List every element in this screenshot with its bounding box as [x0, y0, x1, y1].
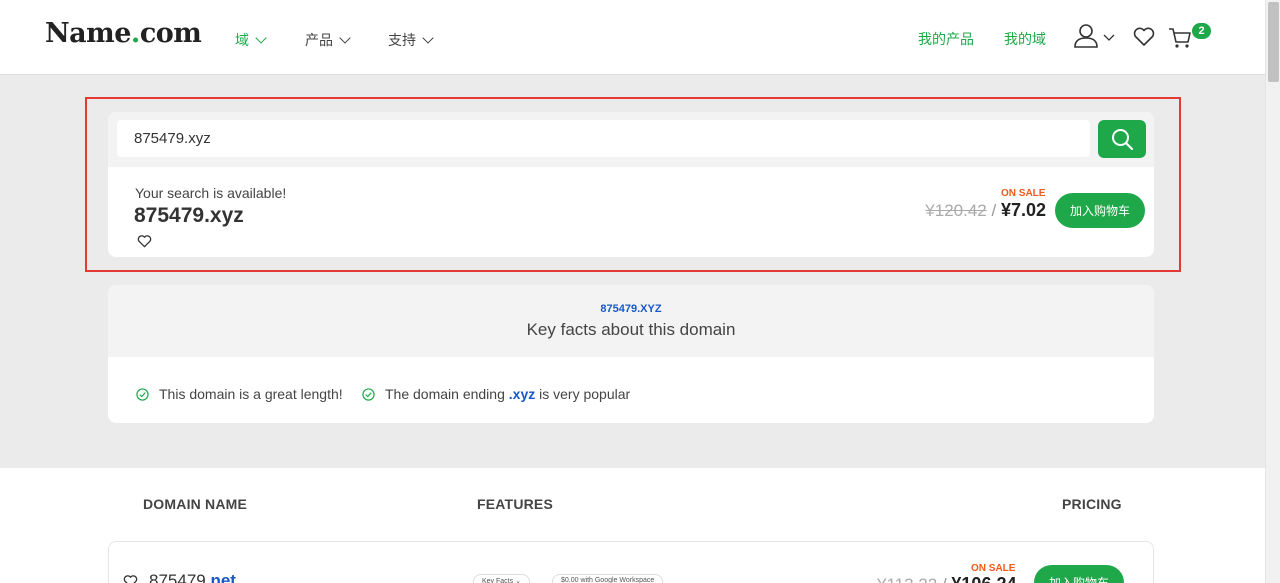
cart-button[interactable]	[1168, 27, 1192, 54]
cart-count-badge: 2	[1192, 23, 1211, 39]
scrollbar-thumb[interactable]	[1268, 2, 1279, 82]
nav-products-label: 产品	[305, 32, 333, 48]
results-section: DOMAIN NAME FEATURES PRICING 875479.net …	[0, 468, 1265, 583]
check-circle-icon	[362, 387, 375, 401]
result-row: 875479.net Key Facts ⌄ $0.00 with Google…	[108, 541, 1154, 583]
search-bar	[108, 112, 1154, 167]
key-facts-domain: 875479.XYZ	[600, 303, 662, 315]
page-scrollbar[interactable]	[1265, 0, 1280, 583]
cart-icon	[1169, 28, 1191, 48]
fact-text: This domain is a great length!	[159, 386, 343, 402]
domain-search-input[interactable]	[117, 120, 1090, 157]
fact-text-suffix: is very popular	[539, 386, 631, 402]
price: ¥112.22 / ¥106.24	[877, 574, 1016, 583]
sale-price: ¥106.24	[951, 574, 1016, 583]
sale-price: ¥7.02	[1000, 200, 1046, 220]
logo-dot: .	[130, 18, 140, 49]
column-header-pricing: PRICING	[1062, 496, 1122, 512]
site-header: Name.com 域 产品 支持 我的产品 我的域 2	[0, 0, 1265, 75]
my-products-link[interactable]: 我的产品	[918, 29, 974, 49]
original-price: ¥112.22	[877, 575, 937, 583]
nav-domains-label: 域	[235, 32, 249, 48]
result-domain-tld: .net	[205, 571, 236, 583]
chevron-down-icon	[255, 31, 267, 44]
fact-text-prefix: The domain ending	[385, 386, 505, 402]
result-domain-name: 875479	[149, 571, 206, 583]
on-sale-badge: ON SALE	[1001, 188, 1046, 199]
original-price: ¥120.42	[925, 201, 987, 220]
add-to-cart-button[interactable]: 加入购物车	[1055, 193, 1145, 228]
nav-support-label: 支持	[388, 32, 416, 48]
fact-text: The domain ending .xyz is very popular	[385, 386, 630, 402]
heart-icon	[123, 575, 138, 583]
account-menu[interactable]	[1074, 24, 1118, 55]
search-icon	[1112, 129, 1134, 151]
price: ¥120.42 / ¥7.02	[925, 200, 1046, 221]
logo-name: Name	[45, 18, 131, 49]
price-separator: /	[991, 201, 997, 220]
column-header-domain: DOMAIN NAME	[143, 496, 248, 512]
user-icon	[1074, 24, 1115, 48]
available-domain-name: 875479.xyz	[134, 204, 244, 227]
nav-domains[interactable]: 域	[235, 30, 267, 50]
check-circle-icon	[136, 387, 149, 401]
my-domains-link[interactable]: 我的域	[1004, 29, 1046, 49]
nav-products[interactable]: 产品	[305, 30, 351, 50]
fact-item: The domain ending .xyz is very popular	[362, 386, 630, 402]
price-separator: /	[942, 575, 947, 583]
key-facts-toggle[interactable]: Key Facts ⌄	[473, 574, 530, 583]
heart-icon	[137, 235, 152, 248]
result-domain: 875479.net	[149, 571, 236, 583]
key-facts-card: 875479.XYZ Key facts about this domain T…	[108, 285, 1154, 423]
site-logo[interactable]: Name.com	[45, 18, 202, 49]
nav-support[interactable]: 支持	[388, 30, 434, 50]
favorites-button[interactable]	[1133, 27, 1155, 52]
favorite-domain-button[interactable]	[123, 575, 138, 583]
availability-status: Your search is available!	[135, 185, 287, 201]
key-facts-header: 875479.XYZ Key facts about this domain	[108, 285, 1154, 357]
chevron-down-icon	[339, 31, 351, 44]
heart-icon	[1133, 27, 1155, 46]
favorite-domain-button[interactable]	[137, 235, 152, 253]
search-button[interactable]	[1098, 120, 1146, 158]
workspace-offer-pill[interactable]: $0.00 with Google Workspace	[552, 574, 664, 583]
on-sale-badge: ON SALE	[971, 563, 1016, 574]
fact-item: This domain is a great length!	[136, 386, 343, 402]
fact-tld: .xyz	[508, 386, 536, 402]
logo-tld: com	[139, 18, 202, 49]
column-header-features: FEATURES	[477, 496, 554, 512]
search-result-card: Your search is available! 875479.xyz ON …	[108, 112, 1154, 257]
key-facts-title: Key facts about this domain	[526, 320, 736, 339]
add-to-cart-button[interactable]: 加入购物车	[1034, 565, 1124, 583]
chevron-down-icon	[422, 31, 434, 44]
